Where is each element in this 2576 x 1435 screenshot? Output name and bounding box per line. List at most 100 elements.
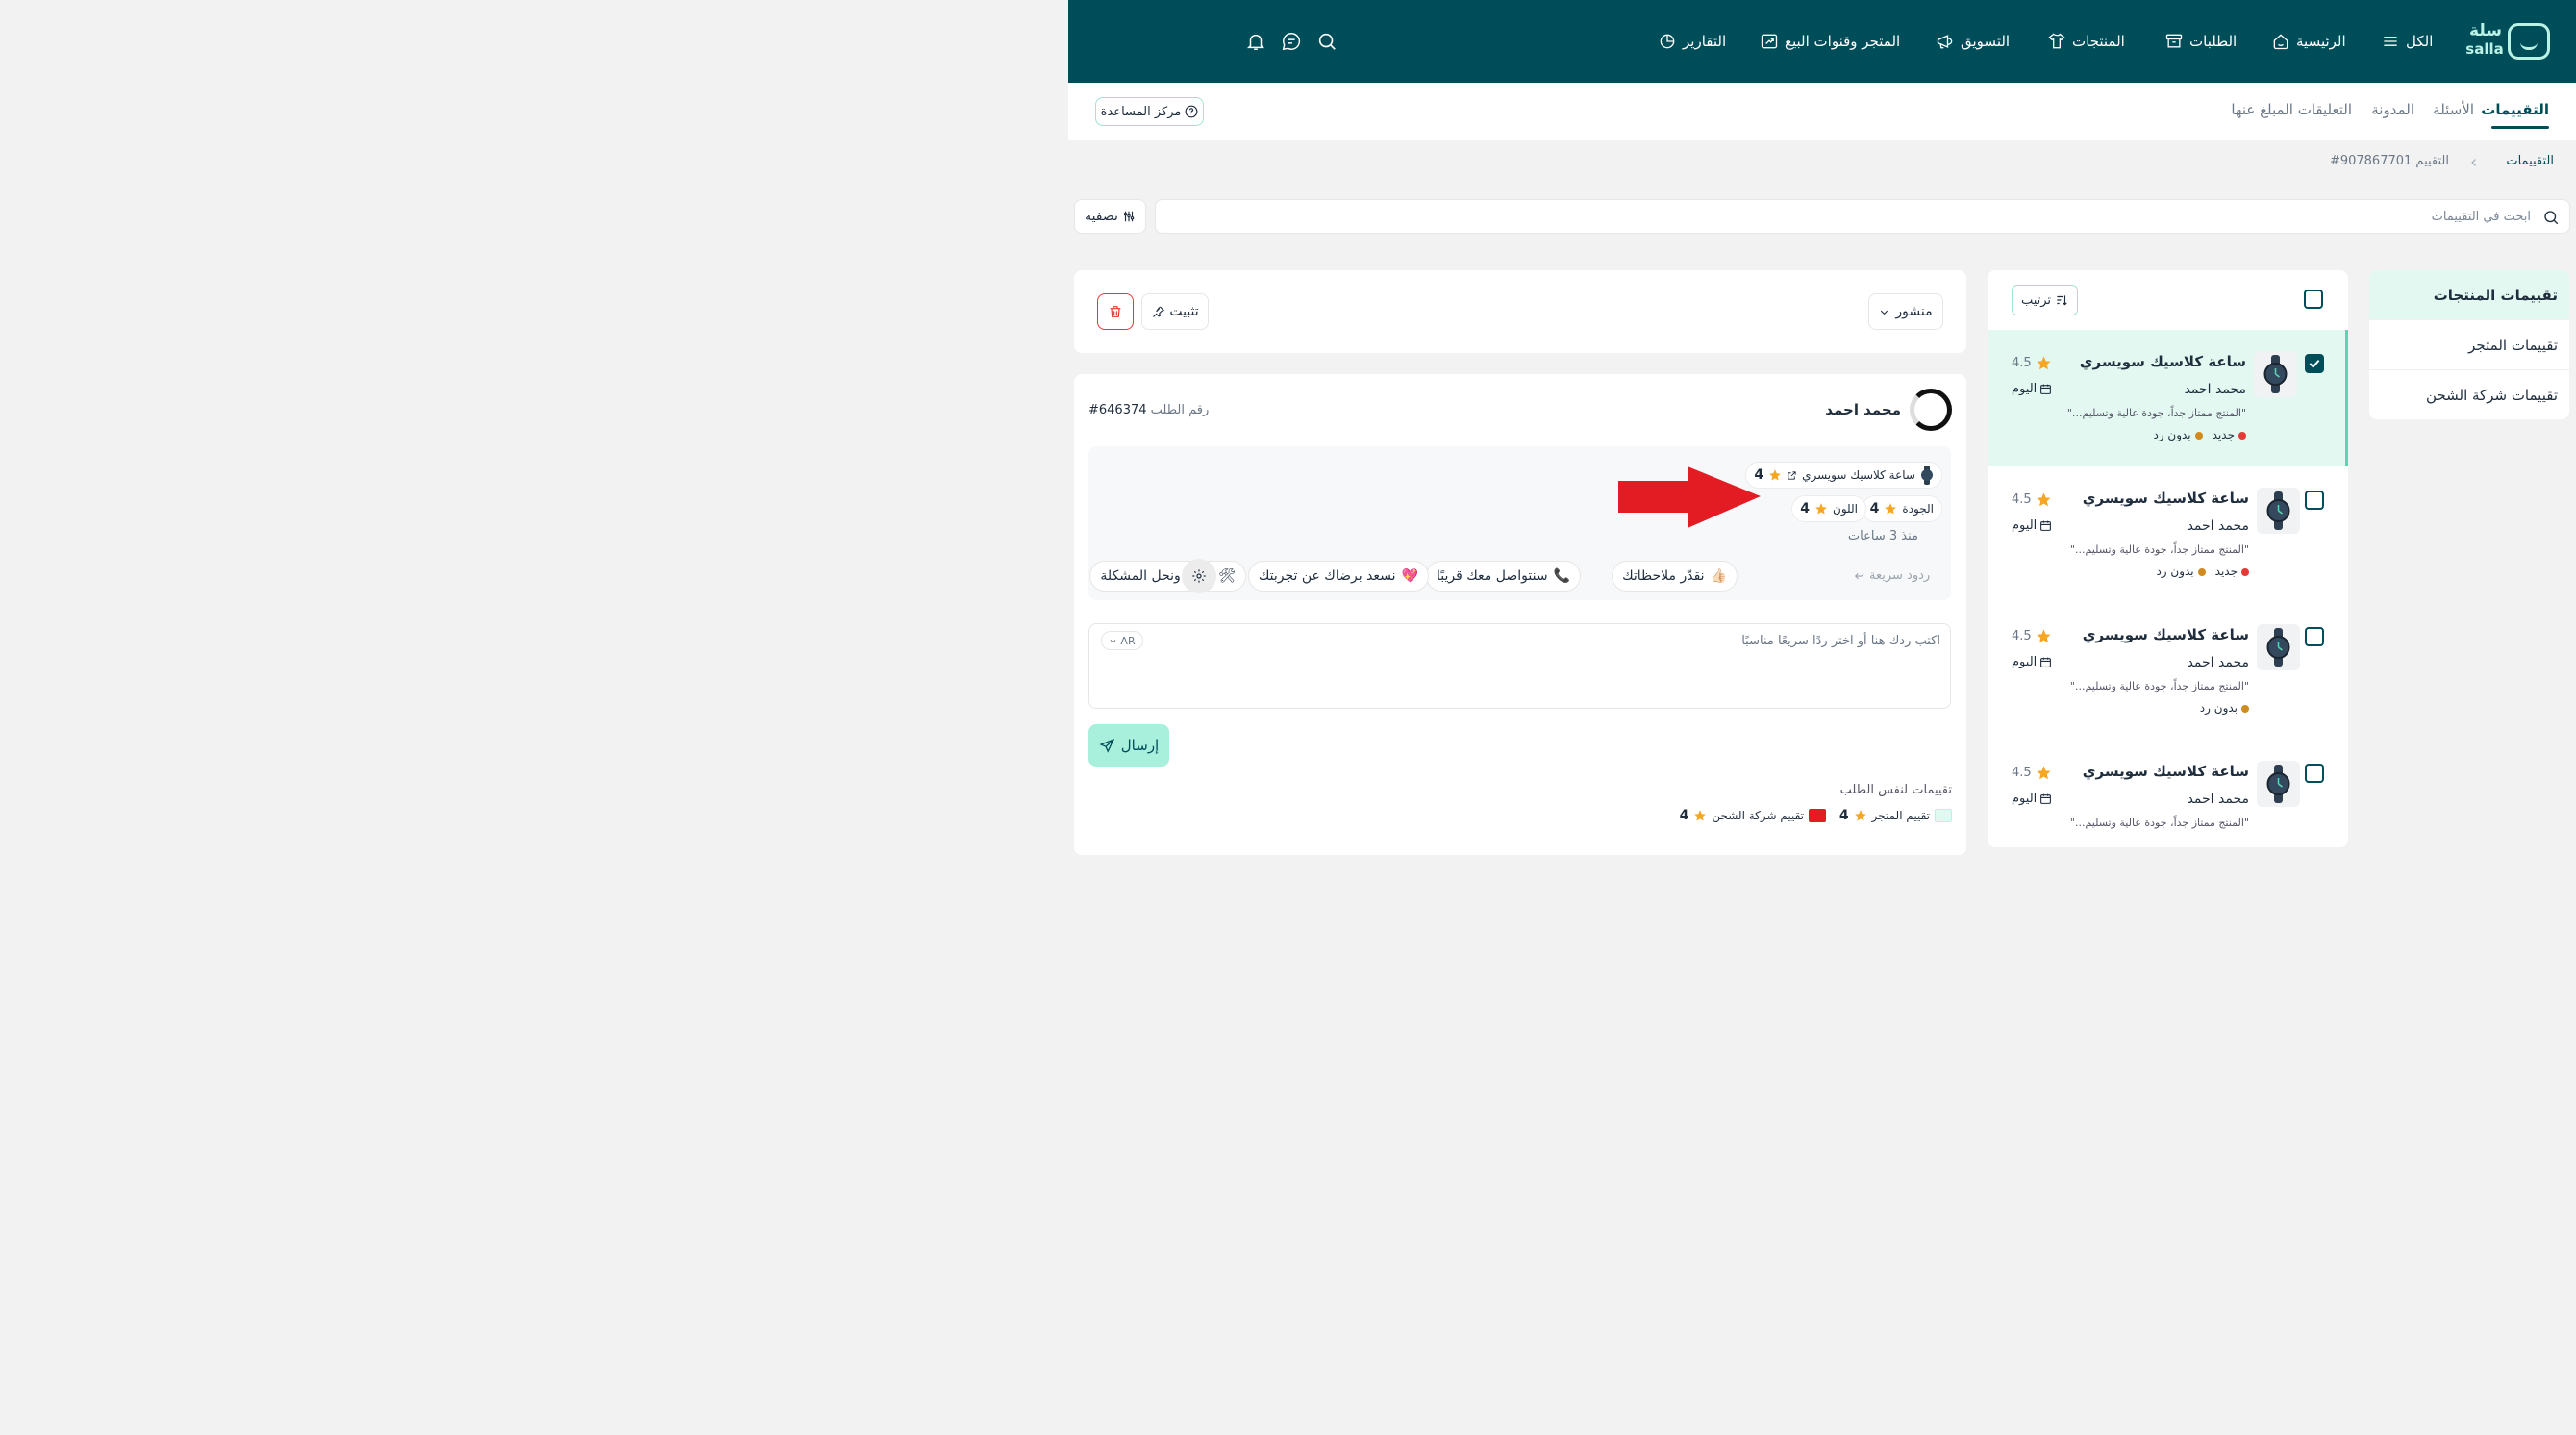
review-checkbox[interactable] — [2305, 764, 2324, 783]
category-product-reviews[interactable]: تقييمات المنتجات — [2369, 270, 2569, 320]
tab-reviews[interactable]: التقييمات — [2481, 101, 2549, 118]
aspect-quality: الجودة 4 — [1861, 495, 1942, 522]
help-center-button[interactable]: مركز المساعدة — [1095, 97, 1204, 126]
review-time: منذ 3 ساعات — [1847, 529, 1918, 543]
review-card[interactable]: ساعة كلاسيك سويسري محمد احمد "المنتج ممتاز… — [1988, 740, 2348, 847]
delete-button[interactable] — [1097, 293, 1134, 330]
menu-icon — [2384, 37, 2397, 46]
language-dropdown[interactable]: AR — [1101, 631, 1143, 650]
star-icon — [1815, 503, 1827, 515]
store-icon — [1761, 34, 1778, 49]
salla-logo[interactable]: سلة salla — [2463, 21, 2554, 62]
review-author: محمد احمد — [2184, 382, 2246, 397]
review-rating: 4.5 — [2012, 491, 2052, 508]
nav-products[interactable]: المنتجات — [2047, 31, 2125, 52]
send-button[interactable]: إرسال — [1088, 724, 1169, 767]
product-thumbnail — [2257, 624, 2300, 670]
quick-reply-apologize[interactable]: 🛠 نعتذر ونحل المشكلة — [1089, 561, 1246, 592]
calendar-icon — [2040, 384, 2052, 394]
star-icon — [1854, 810, 1866, 821]
megaphone-icon — [1937, 35, 1953, 49]
watch-icon — [1921, 466, 1933, 485]
status-badge: جديد — [2215, 565, 2249, 578]
watch-icon — [2266, 491, 2290, 530]
category-store-reviews[interactable]: تقييمات المتجر — [2369, 320, 2569, 370]
quick-reply-appreciate[interactable]: 👍🏻 نقدّر ملاحظاتك — [1612, 561, 1738, 592]
product-pill[interactable]: ساعة كلاسيك سويسري 4 — [1745, 462, 1942, 489]
sliders-icon — [1123, 211, 1135, 222]
status-badge: جديد — [2213, 428, 2246, 441]
chat-icon[interactable] — [1281, 31, 1302, 52]
review-card[interactable]: ساعة كلاسيك سويسري محمد احمد "المنتج ممتاز… — [1988, 603, 2348, 740]
calendar-icon — [2040, 657, 2052, 667]
nav-orders[interactable]: الطلبات — [2164, 31, 2237, 52]
heart-icon: 💖 — [1401, 568, 1418, 584]
pin-button[interactable]: تثبيت — [1141, 293, 1209, 330]
nav-all[interactable]: الكل — [2381, 31, 2433, 52]
sort-button[interactable]: ترتيب — [2012, 285, 2078, 315]
review-card[interactable]: ساعة كلاسيك سويسري محمد احمد "المنتج ممتاز… — [1988, 466, 2348, 603]
nav-all-label: الكل — [2406, 33, 2434, 50]
order-value: #646374 — [1088, 403, 1147, 417]
top-navigation-bar: سلة salla الكل الرئيسية الطلبات المنتجات… — [1068, 0, 2576, 83]
review-checkbox[interactable] — [2305, 627, 2324, 646]
store-rating[interactable]: تقييم المتجر 4 — [1839, 808, 1952, 823]
reply-textarea[interactable]: اكتب ردك هنا أو اختر ردًا سريعًا مناسبًا… — [1088, 623, 1951, 709]
filter-button[interactable]: تصفية — [1074, 199, 1146, 234]
tab-questions[interactable]: الأسئلة — [2433, 101, 2474, 118]
review-categories: تقييمات المنتجات تقييمات المتجر تقييمات … — [2369, 270, 2569, 419]
star-icon — [2037, 629, 2051, 643]
tools-icon: 🛠 — [1218, 568, 1236, 584]
review-checkbox[interactable] — [2305, 354, 2324, 373]
tab-blog[interactable]: المدونة — [2371, 101, 2414, 118]
nav-home[interactable]: الرئيسية — [2271, 31, 2346, 52]
search-input[interactable]: ابحث في التقييمات — [1155, 199, 2570, 234]
review-card[interactable]: ساعة كلاسيك سويسري محمد احمد "المنتج ممتاز… — [1988, 330, 2348, 466]
chevron-down-icon — [1110, 639, 1116, 643]
calendar-icon — [2040, 520, 2052, 531]
pie-chart-icon — [1660, 34, 1675, 49]
quick-replies-settings-button[interactable] — [1182, 559, 1216, 593]
product-thumbnail — [2254, 351, 2297, 397]
nav-marketing-label: التسويق — [1961, 33, 2011, 50]
bell-icon[interactable] — [1245, 31, 1266, 52]
shipping-rating-value: 4 — [1679, 808, 1689, 823]
nav-reports-label: التقارير — [1683, 33, 1727, 50]
send-label: إرسال — [1120, 737, 1160, 754]
search-icon — [2544, 211, 2559, 225]
category-shipping-reviews[interactable]: تقييمات شركة الشحن — [2369, 370, 2569, 419]
logo-mark — [2508, 23, 2550, 60]
quick-reply-contact-soon[interactable]: 📞 سنتواصل معك قريبًا — [1426, 561, 1581, 592]
pin-label: تثبيت — [1169, 304, 1199, 319]
store-rating-value: 4 — [1838, 808, 1849, 823]
review-checkbox[interactable] — [2305, 491, 2324, 510]
quick-reply-label: سنتواصل معك قريبًا — [1437, 568, 1548, 584]
reply-placeholder: اكتب ردك هنا أو اختر ردًا سريعًا مناسبًا — [1741, 634, 1940, 648]
quick-reply-glad[interactable]: 💖 نسعد برضاك عن تجربتك — [1247, 561, 1429, 592]
shirt-icon — [2048, 33, 2065, 49]
store-logo-icon — [1935, 809, 1952, 822]
nav-store-channels[interactable]: المتجر وقنوات البيع — [1760, 31, 1900, 52]
search-icon[interactable] — [1316, 31, 1338, 52]
select-all-checkbox[interactable] — [2304, 290, 2323, 309]
order-label: رقم الطلب — [1150, 403, 1210, 417]
status-dropdown[interactable]: منشور — [1868, 293, 1943, 330]
nav-marketing[interactable]: التسويق — [1936, 31, 2010, 52]
send-icon — [1099, 738, 1114, 753]
star-icon — [1694, 810, 1707, 821]
aspect-color-rating: 4 — [1800, 501, 1811, 516]
nav-reports[interactable]: التقارير — [1658, 31, 1726, 52]
help-center-label: مركز المساعدة — [1100, 104, 1182, 119]
order-number[interactable]: رقم الطلب #646374 — [1088, 403, 1209, 417]
box-icon — [2165, 34, 2183, 48]
reply-icon — [1854, 572, 1864, 580]
tab-reported-comments[interactable]: التعليقات المبلغ عنها — [2231, 101, 2352, 118]
breadcrumb-root[interactable]: التقييمات — [2506, 154, 2554, 168]
shipping-rating-label: تقييم شركة الشحن — [1712, 809, 1804, 822]
reviewer-name: محمد احمد — [1825, 401, 1901, 418]
shipping-rating[interactable]: تقييم شركة الشحن 4 — [1680, 808, 1826, 823]
product-thumbnail — [2257, 761, 2300, 807]
annotation-arrow-icon — [1618, 466, 1761, 528]
review-excerpt: "المنتج ممتاز جداً، جودة عالية وتسليم...… — [2069, 543, 2249, 556]
reviewed-product-block: ساعة كلاسيك سويسري 4 الجودة 4 اللون 4 من… — [1088, 446, 1951, 600]
